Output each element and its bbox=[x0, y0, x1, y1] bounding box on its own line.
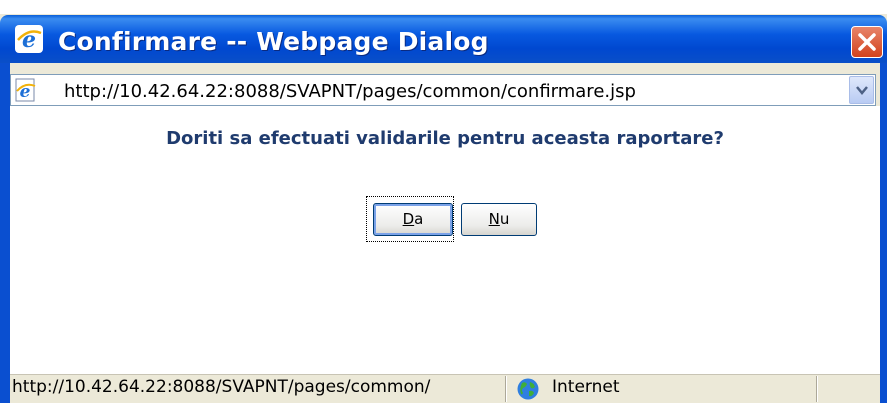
status-separator bbox=[505, 376, 507, 402]
close-button[interactable] bbox=[851, 26, 883, 58]
ie-icon: e bbox=[15, 25, 43, 53]
close-icon bbox=[858, 33, 876, 51]
address-dropdown-button[interactable] bbox=[849, 76, 874, 104]
window-title: Confirmare -- Webpage Dialog bbox=[58, 27, 489, 56]
no-button[interactable]: Nu bbox=[461, 203, 537, 236]
yes-label: a bbox=[414, 210, 424, 228]
confirmation-question: Doriti sa efectuati validarile pentru ac… bbox=[166, 128, 724, 149]
status-separator bbox=[816, 376, 818, 402]
ie-page-icon: e bbox=[15, 78, 36, 102]
yes-button[interactable]: Da bbox=[373, 203, 453, 236]
yes-accelerator: D bbox=[402, 210, 415, 228]
no-accelerator: N bbox=[488, 210, 500, 228]
address-url: http://10.42.64.22:8088/SVAPNT/pages/com… bbox=[64, 81, 636, 102]
window-frame-right bbox=[880, 63, 887, 403]
chevron-down-icon bbox=[856, 86, 868, 95]
status-url: http://10.42.64.22:8088/SVAPNT/pages/com… bbox=[12, 377, 431, 397]
security-zone-label: Internet bbox=[552, 377, 620, 397]
window-frame-left bbox=[0, 63, 10, 403]
no-label: u bbox=[499, 210, 510, 228]
globe-icon bbox=[517, 378, 539, 400]
